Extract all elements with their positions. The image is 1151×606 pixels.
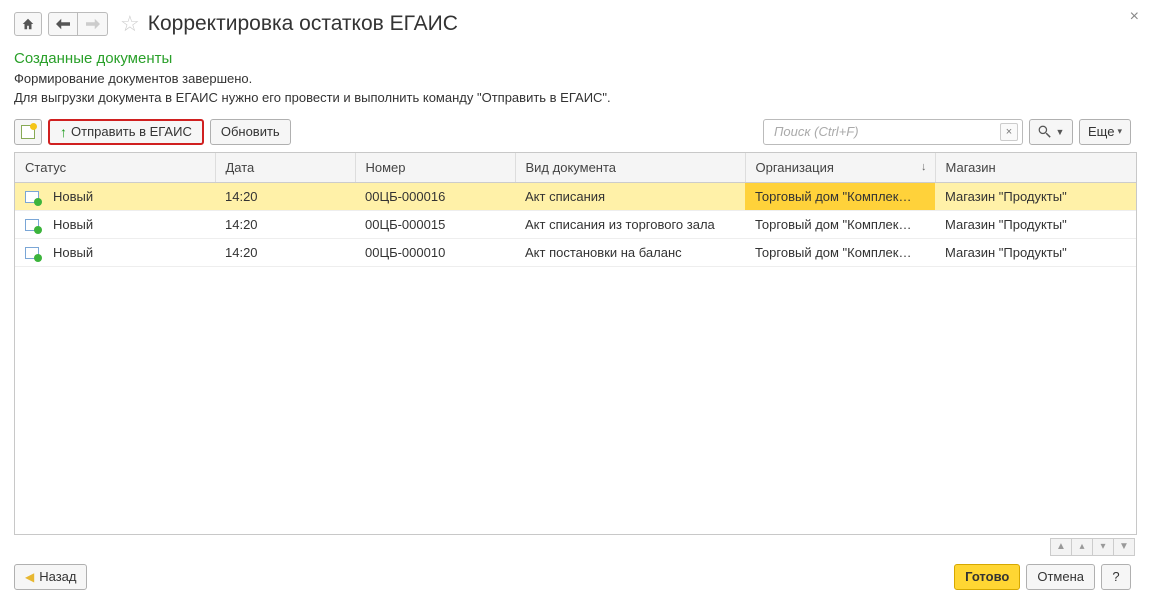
help-label: ? [1112, 569, 1119, 584]
arrow-right-icon [86, 18, 100, 30]
chevron-down-icon: ▼ [1056, 127, 1065, 137]
refresh-label: Обновить [221, 124, 280, 139]
sort-asc-icon: ↓ [921, 161, 927, 173]
more-button[interactable]: Еще ▾ [1079, 119, 1131, 145]
nav-back-button[interactable] [48, 12, 78, 36]
document-status-icon [25, 191, 39, 203]
send-label: Отправить в ЕГАИС [71, 124, 192, 139]
search-field-wrap[interactable]: × [763, 119, 1023, 145]
favorite-star-icon[interactable]: ☆ [120, 11, 140, 37]
scroll-bottom-button[interactable]: ▼ [1113, 538, 1135, 556]
col-header-number[interactable]: Номер [355, 153, 515, 183]
scroll-down-button[interactable]: ▾ [1092, 538, 1114, 556]
search-dropdown-button[interactable]: ▼ [1029, 119, 1073, 145]
cancel-label: Отмена [1037, 569, 1084, 584]
ready-label: Готово [965, 569, 1009, 584]
col-header-org[interactable]: Организация↓ [745, 153, 935, 183]
close-button[interactable]: × [1130, 8, 1139, 26]
table-row[interactable]: Новый 14:20 00ЦБ-000015 Акт списания из … [15, 210, 1136, 238]
nav-forward-button[interactable] [78, 12, 108, 36]
section-subtitle: Созданные документы [14, 50, 1137, 67]
info-line-1: Формирование документов завершено. [14, 71, 252, 86]
col-header-status[interactable]: Статус [15, 153, 215, 183]
page-title: Корректировка остатков ЕГАИС [148, 12, 458, 36]
new-document-button[interactable] [14, 119, 42, 145]
col-header-date[interactable]: Дата [215, 153, 355, 183]
table-row[interactable]: Новый 14:20 00ЦБ-000016 Акт списания Тор… [15, 182, 1136, 210]
document-status-icon [25, 247, 39, 259]
document-status-icon [25, 219, 39, 231]
arrow-left-icon [56, 18, 70, 30]
chevron-down-icon: ▾ [1117, 126, 1122, 137]
scroll-top-button[interactable]: ▲ [1050, 538, 1072, 556]
search-clear-button[interactable]: × [1000, 123, 1018, 141]
col-header-doc-type[interactable]: Вид документа [515, 153, 745, 183]
new-document-icon [21, 125, 35, 139]
refresh-button[interactable]: Обновить [210, 119, 291, 145]
search-icon [1038, 125, 1051, 138]
back-label: Назад [39, 569, 76, 584]
triangle-left-icon: ◀ [25, 570, 34, 584]
help-button[interactable]: ? [1101, 564, 1131, 590]
home-button[interactable] [14, 12, 42, 36]
cancel-button[interactable]: Отмена [1026, 564, 1095, 590]
ready-button[interactable]: Готово [954, 564, 1020, 590]
info-line-2: Для выгрузки документа в ЕГАИС нужно его… [14, 90, 611, 105]
upload-arrow-icon: ↑ [60, 124, 67, 140]
home-icon [21, 17, 35, 31]
send-to-egais-button[interactable]: ↑ Отправить в ЕГАИС [48, 119, 204, 145]
documents-table: Статус Дата Номер Вид документа Организа… [14, 152, 1137, 535]
table-row[interactable]: Новый 14:20 00ЦБ-000010 Акт постановки н… [15, 238, 1136, 266]
back-button[interactable]: ◀ Назад [14, 564, 87, 590]
info-text: Формирование документов завершено. Для в… [14, 70, 1137, 108]
scroll-up-button[interactable]: ▴ [1071, 538, 1093, 556]
more-label: Еще [1088, 124, 1114, 139]
search-input[interactable] [772, 123, 1000, 140]
col-header-store[interactable]: Магазин [935, 153, 1136, 183]
